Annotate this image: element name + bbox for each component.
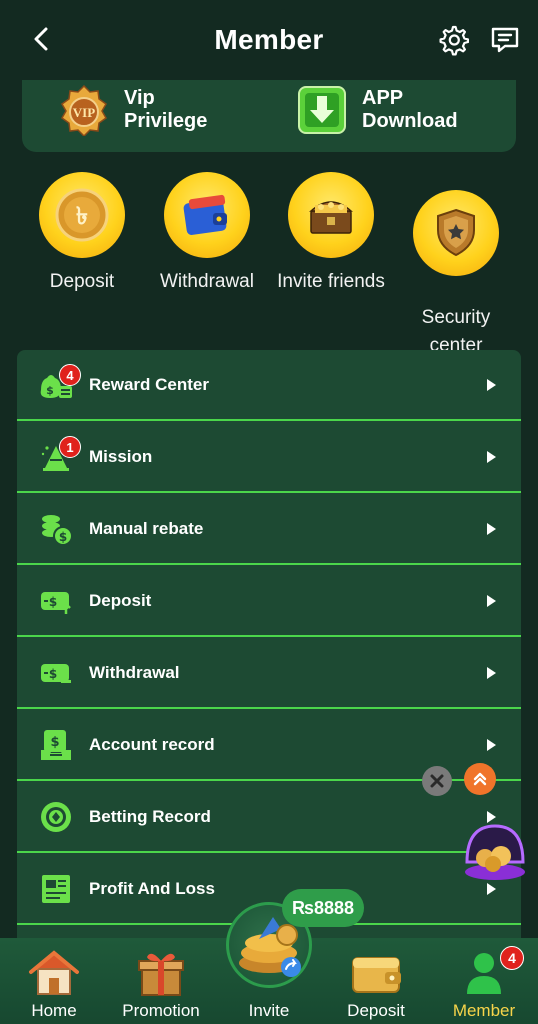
chevron-right-icon	[487, 450, 496, 463]
menu-label-betting-record: Betting Record	[89, 806, 211, 826]
quick-security-circle	[413, 190, 499, 276]
menu-label-manual-rebate: Manual rebate	[89, 518, 204, 538]
promo-card: VIP Vip Privilege APP Download	[22, 80, 516, 152]
vip-crown-icon: VIP	[61, 84, 107, 136]
menu-item-reward-center[interactable]: $ 4 Reward Center	[17, 350, 521, 421]
chip-icon	[41, 801, 71, 832]
download-icon	[298, 86, 346, 134]
quick-withdrawal-label: Withdrawal	[160, 271, 254, 292]
nav-label-member: Member	[452, 1001, 516, 1020]
app-download-label: APP Download	[362, 87, 458, 132]
svg-text:৳: ৳	[76, 202, 88, 230]
quick-withdrawal-circle	[164, 172, 250, 258]
svg-text:$: $	[46, 384, 54, 397]
reward-amount-pill[interactable]: ₨8888	[282, 889, 364, 927]
menu-label-mission: Mission	[89, 446, 153, 466]
nav-deposit[interactable]: Deposit	[326, 938, 426, 1024]
quick-withdrawal[interactable]: Withdrawal	[145, 172, 269, 296]
float-close-button[interactable]	[422, 766, 452, 796]
menu-item-withdrawal[interactable]: $ Withdrawal	[17, 638, 521, 709]
message-button[interactable]	[487, 22, 523, 58]
gear-icon	[439, 25, 469, 56]
withdrawal-card-icon: $	[41, 663, 71, 683]
quick-invite-label: Invite friends	[277, 271, 385, 292]
deposit-card-icon: $	[41, 591, 71, 614]
vip-privilege-label: Vip Privilege	[124, 87, 208, 132]
menu-item-manual-rebate[interactable]: $ Manual rebate	[17, 494, 521, 565]
quick-actions: ৳ Deposit Withdrawal Invite friends Secu…	[0, 172, 538, 356]
back-arrow-icon	[34, 27, 48, 51]
treasure-chest-icon	[309, 201, 353, 234]
quick-invite-friends[interactable]: Invite friends	[269, 172, 393, 296]
member-nav-badge: 4	[500, 946, 524, 970]
report-icon	[42, 874, 70, 903]
chevron-right-icon	[487, 378, 496, 391]
menu-label-profit-and-loss: Profit And Loss	[89, 878, 215, 898]
gift-box-icon	[138, 953, 184, 996]
svg-text:$: $	[49, 595, 57, 609]
wallet-icon	[183, 194, 227, 235]
chevron-right-icon	[487, 522, 496, 535]
message-icon	[491, 27, 519, 53]
svg-text:VIP: VIP	[73, 105, 95, 120]
account-record-icon: $	[41, 729, 71, 760]
gold-wallet-icon	[352, 957, 401, 993]
svg-text:$: $	[50, 735, 59, 750]
chevron-right-icon	[487, 666, 496, 679]
menu-label-account-record: Account record	[89, 734, 215, 754]
nav-label-home: Home	[31, 1001, 77, 1020]
double-chevron-up-icon	[473, 772, 487, 786]
nav-label-promotion: Promotion	[122, 1001, 200, 1020]
quick-security-center[interactable]: Security center	[394, 172, 518, 378]
nav-label-invite: Invite	[248, 1001, 290, 1020]
svg-text:$: $	[59, 530, 67, 544]
quick-deposit-label: Deposit	[49, 271, 115, 292]
scroll-top-button[interactable]	[464, 763, 496, 795]
header-bar: Member	[0, 0, 538, 80]
chevron-right-icon	[487, 594, 496, 607]
chevron-right-icon	[487, 882, 496, 895]
reward-center-badge: 4	[59, 364, 81, 386]
menu-item-mission[interactable]: 1 Mission	[17, 422, 521, 493]
menu-list: $ 4 Reward Center 1 Mission $ Manual reb…	[17, 350, 521, 950]
menu-label-withdrawal: Withdrawal	[89, 662, 180, 682]
quick-deposit[interactable]: ৳ Deposit	[20, 172, 144, 296]
police-badge-icon	[437, 208, 475, 257]
page-title: Member	[214, 24, 324, 55]
back-button[interactable]	[24, 22, 58, 56]
chevron-right-icon	[487, 738, 496, 751]
nav-promotion[interactable]: Promotion	[111, 938, 211, 1024]
menu-label-reward-center: Reward Center	[89, 374, 209, 394]
app-download-button[interactable]: APP Download	[296, 80, 458, 140]
mission-badge: 1	[59, 436, 81, 458]
coins-stack-icon: $	[42, 514, 73, 546]
nav-home[interactable]: Home	[4, 938, 104, 1024]
close-icon	[430, 774, 444, 788]
quick-invite-circle	[288, 172, 374, 258]
settings-button[interactable]	[435, 22, 471, 58]
quick-deposit-circle: ৳	[39, 172, 125, 258]
vip-privilege-button[interactable]: VIP Vip Privilege	[58, 80, 207, 140]
nav-label-deposit: Deposit	[347, 1001, 405, 1020]
house-icon	[29, 950, 79, 995]
menu-label-deposit: Deposit	[89, 590, 152, 610]
floating-promo-icon[interactable]	[463, 822, 527, 882]
taka-coin-icon: ৳	[55, 188, 109, 242]
menu-item-deposit[interactable]: $ Deposit	[17, 566, 521, 637]
svg-text:$: $	[49, 667, 57, 681]
